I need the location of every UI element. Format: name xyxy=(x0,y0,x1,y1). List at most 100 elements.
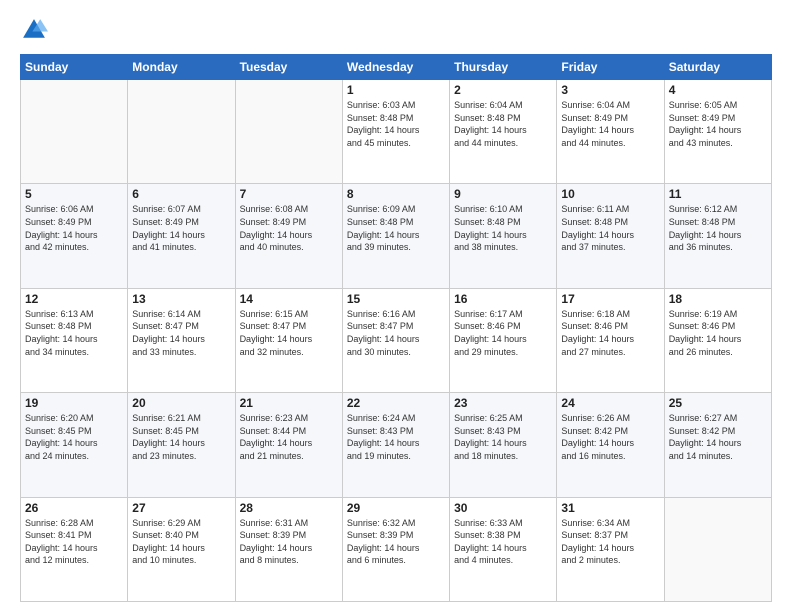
day-info: Sunrise: 6:23 AM Sunset: 8:44 PM Dayligh… xyxy=(240,412,338,462)
day-info: Sunrise: 6:24 AM Sunset: 8:43 PM Dayligh… xyxy=(347,412,445,462)
day-number: 7 xyxy=(240,187,338,201)
day-info: Sunrise: 6:34 AM Sunset: 8:37 PM Dayligh… xyxy=(561,517,659,567)
calendar-cell: 11 Sunrise: 6:12 AM Sunset: 8:48 PM Dayli… xyxy=(664,184,771,288)
calendar-cell: 20 Sunrise: 6:21 AM Sunset: 8:45 PM Dayli… xyxy=(128,393,235,497)
day-number: 13 xyxy=(132,292,230,306)
day-info: Sunrise: 6:19 AM Sunset: 8:46 PM Dayligh… xyxy=(669,308,767,358)
calendar-cell: 5 Sunrise: 6:06 AM Sunset: 8:49 PM Daylig… xyxy=(21,184,128,288)
day-info: Sunrise: 6:10 AM Sunset: 8:48 PM Dayligh… xyxy=(454,203,552,253)
day-number: 28 xyxy=(240,501,338,515)
calendar-cell: 29 Sunrise: 6:32 AM Sunset: 8:39 PM Dayli… xyxy=(342,497,449,601)
calendar-cell xyxy=(128,80,235,184)
calendar-week-row: 12 Sunrise: 6:13 AM Sunset: 8:48 PM Dayli… xyxy=(21,288,772,392)
day-number: 5 xyxy=(25,187,123,201)
calendar-cell: 4 Sunrise: 6:05 AM Sunset: 8:49 PM Daylig… xyxy=(664,80,771,184)
day-number: 8 xyxy=(347,187,445,201)
day-number: 26 xyxy=(25,501,123,515)
calendar-cell: 7 Sunrise: 6:08 AM Sunset: 8:49 PM Daylig… xyxy=(235,184,342,288)
calendar-cell: 12 Sunrise: 6:13 AM Sunset: 8:48 PM Dayli… xyxy=(21,288,128,392)
day-info: Sunrise: 6:20 AM Sunset: 8:45 PM Dayligh… xyxy=(25,412,123,462)
calendar-week-row: 5 Sunrise: 6:06 AM Sunset: 8:49 PM Daylig… xyxy=(21,184,772,288)
day-number: 22 xyxy=(347,396,445,410)
day-number: 11 xyxy=(669,187,767,201)
calendar-cell: 27 Sunrise: 6:29 AM Sunset: 8:40 PM Dayli… xyxy=(128,497,235,601)
calendar-header-monday: Monday xyxy=(128,55,235,80)
day-number: 4 xyxy=(669,83,767,97)
calendar-cell: 28Sunrise: 6:31 AM Sunset: 8:39 PM Dayli… xyxy=(235,497,342,601)
calendar-table: SundayMondayTuesdayWednesdayThursdayFrid… xyxy=(20,54,772,602)
day-info: Sunrise: 6:12 AM Sunset: 8:48 PM Dayligh… xyxy=(669,203,767,253)
calendar-cell: 14 Sunrise: 6:15 AM Sunset: 8:47 PM Dayli… xyxy=(235,288,342,392)
day-number: 2 xyxy=(454,83,552,97)
day-info: Sunrise: 6:27 AM Sunset: 8:42 PM Dayligh… xyxy=(669,412,767,462)
calendar-cell: 17 Sunrise: 6:18 AM Sunset: 8:46 PM Dayli… xyxy=(557,288,664,392)
calendar-header-sunday: Sunday xyxy=(21,55,128,80)
calendar-cell: 15 Sunrise: 6:16 AM Sunset: 8:47 PM Dayli… xyxy=(342,288,449,392)
calendar-cell: 31 Sunrise: 6:34 AM Sunset: 8:37 PM Dayli… xyxy=(557,497,664,601)
calendar-cell: 6 Sunrise: 6:07 AM Sunset: 8:49 PM Daylig… xyxy=(128,184,235,288)
day-number: 18 xyxy=(669,292,767,306)
calendar-header-tuesday: Tuesday xyxy=(235,55,342,80)
day-info: Sunrise: 6:29 AM Sunset: 8:40 PM Dayligh… xyxy=(132,517,230,567)
day-number: 12 xyxy=(25,292,123,306)
calendar-header-saturday: Saturday xyxy=(664,55,771,80)
day-info: Sunrise: 6:28 AM Sunset: 8:41 PM Dayligh… xyxy=(25,517,123,567)
day-info: Sunrise: 6:03 AM Sunset: 8:48 PM Dayligh… xyxy=(347,99,445,149)
day-info: Sunrise: 6:13 AM Sunset: 8:48 PM Dayligh… xyxy=(25,308,123,358)
calendar-header-wednesday: Wednesday xyxy=(342,55,449,80)
calendar-cell: 19 Sunrise: 6:20 AM Sunset: 8:45 PM Dayli… xyxy=(21,393,128,497)
day-number: 17 xyxy=(561,292,659,306)
day-number: 27 xyxy=(132,501,230,515)
day-number: 14 xyxy=(240,292,338,306)
day-info: Sunrise: 6:04 AM Sunset: 8:49 PM Dayligh… xyxy=(561,99,659,149)
day-info: Sunrise: 6:15 AM Sunset: 8:47 PM Dayligh… xyxy=(240,308,338,358)
calendar-cell: 8Sunrise: 6:09 AM Sunset: 8:48 PM Daylig… xyxy=(342,184,449,288)
calendar-week-row: 1Sunrise: 6:03 AM Sunset: 8:48 PM Daylig… xyxy=(21,80,772,184)
calendar-cell: 18 Sunrise: 6:19 AM Sunset: 8:46 PM Dayli… xyxy=(664,288,771,392)
calendar-header-friday: Friday xyxy=(557,55,664,80)
calendar-cell: 26 Sunrise: 6:28 AM Sunset: 8:41 PM Dayli… xyxy=(21,497,128,601)
calendar-header-thursday: Thursday xyxy=(450,55,557,80)
calendar-week-row: 19 Sunrise: 6:20 AM Sunset: 8:45 PM Dayli… xyxy=(21,393,772,497)
day-number: 16 xyxy=(454,292,552,306)
day-number: 21 xyxy=(240,396,338,410)
calendar-cell xyxy=(664,497,771,601)
day-number: 24 xyxy=(561,396,659,410)
calendar-cell xyxy=(21,80,128,184)
calendar-cell: 16 Sunrise: 6:17 AM Sunset: 8:46 PM Dayli… xyxy=(450,288,557,392)
day-number: 15 xyxy=(347,292,445,306)
day-number: 19 xyxy=(25,396,123,410)
day-number: 30 xyxy=(454,501,552,515)
calendar-cell: 2 Sunrise: 6:04 AM Sunset: 8:48 PM Daylig… xyxy=(450,80,557,184)
calendar-week-row: 26 Sunrise: 6:28 AM Sunset: 8:41 PM Dayli… xyxy=(21,497,772,601)
day-info: Sunrise: 6:21 AM Sunset: 8:45 PM Dayligh… xyxy=(132,412,230,462)
day-info: Sunrise: 6:04 AM Sunset: 8:48 PM Dayligh… xyxy=(454,99,552,149)
logo xyxy=(20,16,52,44)
calendar-header-row: SundayMondayTuesdayWednesdayThursdayFrid… xyxy=(21,55,772,80)
day-info: Sunrise: 6:16 AM Sunset: 8:47 PM Dayligh… xyxy=(347,308,445,358)
calendar-cell: 1Sunrise: 6:03 AM Sunset: 8:48 PM Daylig… xyxy=(342,80,449,184)
day-info: Sunrise: 6:14 AM Sunset: 8:47 PM Dayligh… xyxy=(132,308,230,358)
day-info: Sunrise: 6:06 AM Sunset: 8:49 PM Dayligh… xyxy=(25,203,123,253)
calendar-cell: 30Sunrise: 6:33 AM Sunset: 8:38 PM Dayli… xyxy=(450,497,557,601)
calendar-cell: 10Sunrise: 6:11 AM Sunset: 8:48 PM Dayli… xyxy=(557,184,664,288)
day-info: Sunrise: 6:08 AM Sunset: 8:49 PM Dayligh… xyxy=(240,203,338,253)
day-number: 10 xyxy=(561,187,659,201)
day-info: Sunrise: 6:32 AM Sunset: 8:39 PM Dayligh… xyxy=(347,517,445,567)
day-info: Sunrise: 6:25 AM Sunset: 8:43 PM Dayligh… xyxy=(454,412,552,462)
day-info: Sunrise: 6:18 AM Sunset: 8:46 PM Dayligh… xyxy=(561,308,659,358)
day-number: 9 xyxy=(454,187,552,201)
calendar-cell: 25Sunrise: 6:27 AM Sunset: 8:42 PM Dayli… xyxy=(664,393,771,497)
calendar-cell: 21 Sunrise: 6:23 AM Sunset: 8:44 PM Dayli… xyxy=(235,393,342,497)
day-number: 6 xyxy=(132,187,230,201)
calendar-cell: 23 Sunrise: 6:25 AM Sunset: 8:43 PM Dayli… xyxy=(450,393,557,497)
day-number: 31 xyxy=(561,501,659,515)
calendar-cell: 3Sunrise: 6:04 AM Sunset: 8:49 PM Daylig… xyxy=(557,80,664,184)
day-number: 23 xyxy=(454,396,552,410)
day-info: Sunrise: 6:05 AM Sunset: 8:49 PM Dayligh… xyxy=(669,99,767,149)
day-number: 29 xyxy=(347,501,445,515)
day-info: Sunrise: 6:17 AM Sunset: 8:46 PM Dayligh… xyxy=(454,308,552,358)
day-info: Sunrise: 6:07 AM Sunset: 8:49 PM Dayligh… xyxy=(132,203,230,253)
day-number: 20 xyxy=(132,396,230,410)
day-info: Sunrise: 6:26 AM Sunset: 8:42 PM Dayligh… xyxy=(561,412,659,462)
